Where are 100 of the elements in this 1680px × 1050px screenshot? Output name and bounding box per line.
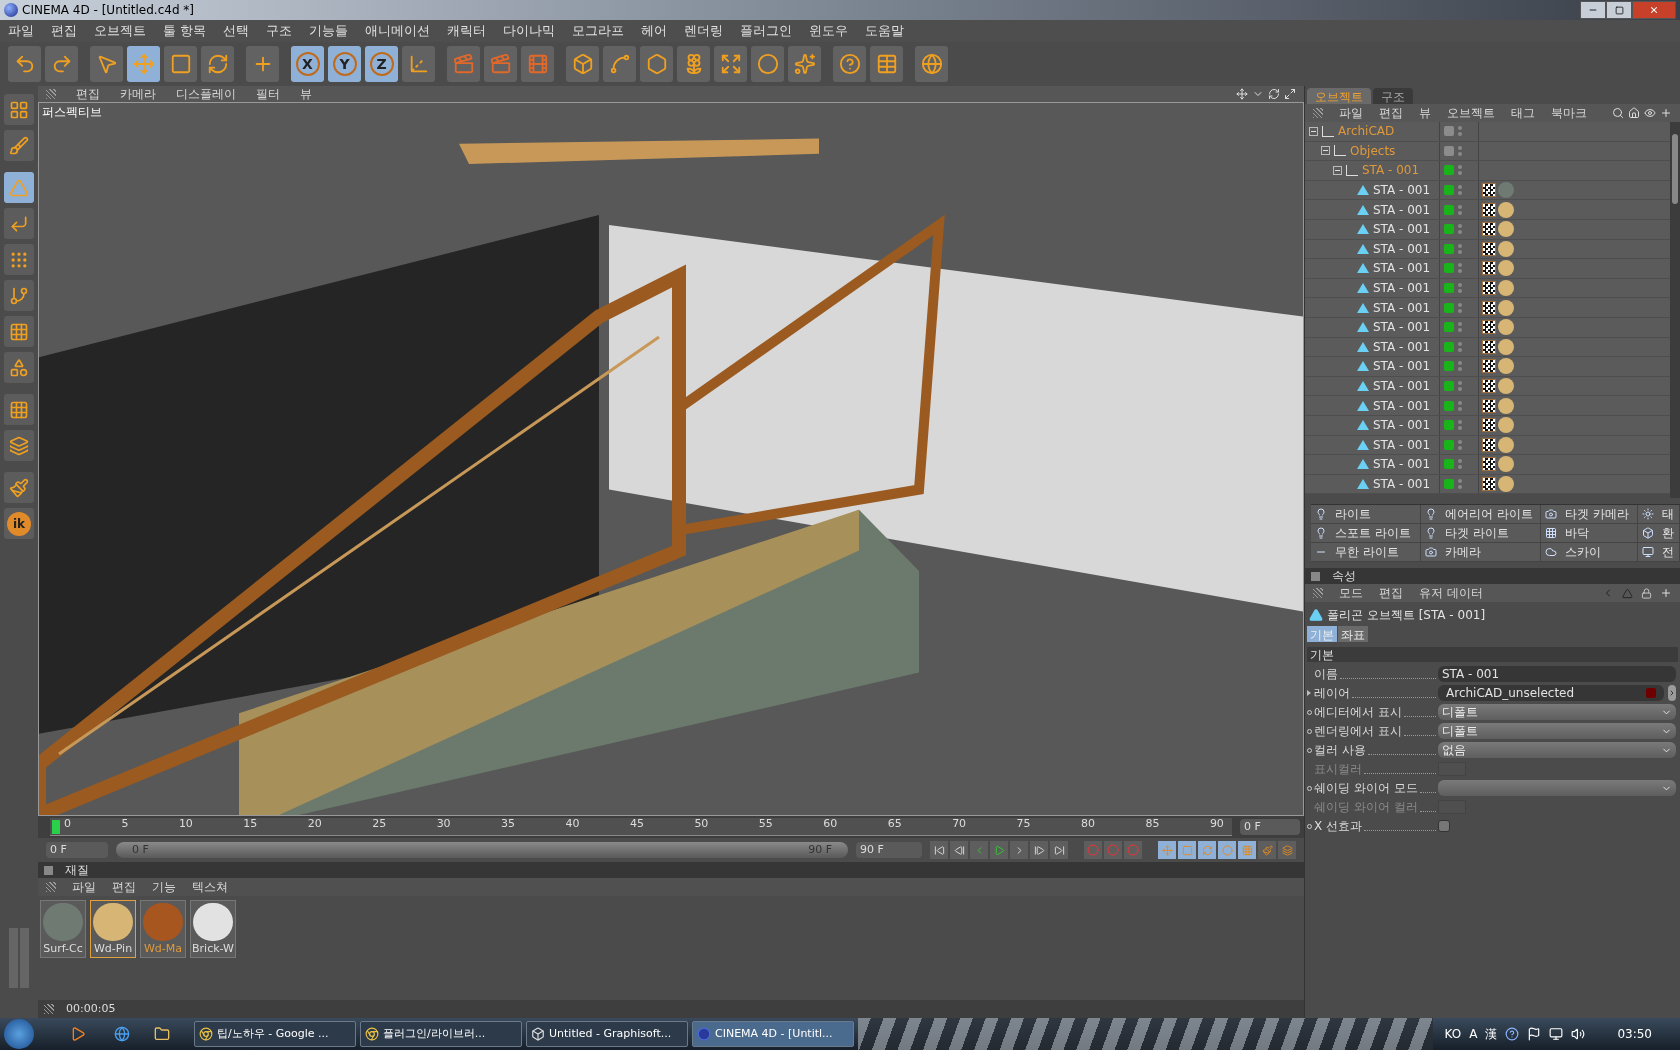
dropdown[interactable]: 디폴트 — [1438, 723, 1676, 739]
texture-tag-icon[interactable] — [1482, 202, 1496, 217]
tray-indicator[interactable]: 漢 — [1485, 1025, 1498, 1043]
visibility-dots-icon[interactable] — [1458, 420, 1462, 431]
scrollbar[interactable] — [1670, 122, 1680, 498]
menu-item[interactable]: 편집 — [1379, 584, 1403, 602]
dropdown[interactable]: 디폴트 — [1438, 704, 1676, 720]
menu-item[interactable]: 캐릭터 — [447, 21, 486, 41]
texture-tag-icon[interactable] — [1482, 477, 1496, 491]
taskbar-button[interactable]: 팁/노하우 - Google ... — [194, 1021, 356, 1047]
object-name[interactable]: STA - 001 — [1362, 161, 1420, 180]
visibility-dots-icon[interactable] — [1458, 126, 1462, 137]
palette-item[interactable]: 태 — [1638, 505, 1680, 524]
search-icon[interactable] — [1612, 107, 1624, 119]
rotate-view-icon[interactable] — [1268, 88, 1280, 100]
start-frame-field[interactable]: 0 F — [46, 842, 108, 858]
visibility-dots-icon[interactable] — [1458, 224, 1462, 235]
taskbar-button[interactable]: Untitled - Graphisoft... — [526, 1021, 688, 1047]
playback-button[interactable] — [950, 841, 968, 859]
attribute-tab[interactable]: 좌표 — [1338, 626, 1368, 642]
object-name[interactable]: STA - 001 — [1373, 298, 1431, 317]
toolbar-button[interactable] — [8, 46, 41, 82]
material-swatch[interactable]: Wd-Ma — [140, 900, 186, 958]
visibility-dots-icon[interactable] — [1458, 341, 1462, 352]
menu-item[interactable]: 필터 — [256, 85, 280, 103]
side-tool-button[interactable] — [4, 208, 34, 239]
toolbar-button[interactable] — [164, 46, 197, 82]
object-name[interactable]: STA - 001 — [1373, 396, 1431, 415]
playback-button[interactable] — [1050, 841, 1068, 859]
texture-tag-icon[interactable] — [1482, 339, 1496, 354]
menu-item[interactable]: 애니메이션 — [365, 21, 430, 41]
material-tag[interactable] — [1498, 358, 1514, 375]
lock-icon[interactable] — [1641, 587, 1652, 599]
toolbar-button[interactable] — [603, 46, 636, 82]
object-name[interactable]: STA - 001 — [1373, 200, 1431, 219]
collapse-toggle[interactable] — [1309, 126, 1318, 136]
toolbar-button[interactable] — [402, 46, 435, 82]
palette-item[interactable]: 타겟 라이트 — [1421, 524, 1541, 543]
object-name[interactable]: STA - 001 — [1373, 357, 1431, 376]
object-name[interactable]: STA - 001 — [1373, 239, 1431, 258]
visibility-dots-icon[interactable] — [1458, 479, 1462, 489]
object-name[interactable]: STA - 001 — [1373, 318, 1431, 337]
toolbar-button[interactable] — [45, 46, 78, 82]
flag-icon[interactable] — [1527, 1027, 1542, 1041]
visibility-dots-icon[interactable] — [1458, 283, 1462, 294]
toolbar-button[interactable] — [788, 46, 821, 82]
toolbar-button[interactable] — [521, 46, 554, 82]
side-tool-button[interactable]: ik — [4, 508, 34, 539]
maximize-button[interactable] — [1606, 1, 1632, 19]
menu-item[interactable]: 도움말 — [865, 21, 904, 41]
visibility-dots-icon[interactable] — [1458, 361, 1462, 372]
visibility-dots-icon[interactable] — [1458, 243, 1462, 254]
material-tag[interactable] — [1498, 221, 1514, 238]
visibility-dots-icon[interactable] — [1458, 400, 1462, 411]
material-tag[interactable] — [1498, 260, 1514, 277]
texture-tag-icon[interactable] — [1482, 320, 1496, 335]
name-field[interactable]: STA - 001 — [1438, 666, 1676, 682]
visibility-dots-icon[interactable] — [1458, 302, 1462, 313]
start-button[interactable] — [4, 1019, 34, 1049]
browser-icon[interactable] — [114, 1026, 130, 1042]
visibility-dots-icon[interactable] — [1458, 185, 1462, 196]
dropdown[interactable]: 없음 — [1438, 742, 1676, 758]
object-name[interactable]: STA - 001 — [1373, 259, 1431, 278]
palette-item[interactable]: 라이트 — [1311, 505, 1421, 524]
toolbar-button[interactable] — [484, 46, 517, 82]
visibility-dots-icon[interactable] — [1458, 439, 1462, 450]
object-name[interactable]: Objects — [1350, 141, 1396, 160]
object-name[interactable]: STA - 001 — [1373, 220, 1431, 239]
visibility-dots-icon[interactable] — [1458, 322, 1462, 333]
tray-indicator[interactable]: KO — [1444, 1025, 1462, 1043]
toolbar-button[interactable] — [246, 46, 279, 82]
menu-item[interactable]: 기능들 — [309, 21, 348, 41]
menu-item[interactable]: 뷰 — [1419, 104, 1431, 122]
visibility-dots-icon[interactable] — [1458, 165, 1462, 176]
menu-item[interactable]: 파일 — [1339, 104, 1363, 122]
side-tool-button[interactable] — [4, 280, 34, 311]
texture-tag-icon[interactable] — [1482, 300, 1496, 315]
folder-icon[interactable] — [154, 1026, 170, 1042]
menu-item[interactable]: 렌더링 — [684, 21, 723, 41]
visibility-dots-icon[interactable] — [1458, 263, 1462, 274]
help-icon[interactable] — [1505, 1027, 1520, 1041]
material-swatch[interactable]: Brick-W — [190, 900, 236, 958]
add-icon[interactable] — [1660, 107, 1672, 119]
panel-toggle-icon[interactable] — [1311, 571, 1320, 581]
axis-lock-button[interactable]: Y — [328, 46, 361, 82]
visibility-dots-icon[interactable] — [1458, 204, 1462, 215]
menu-item[interactable]: 오브젝트 — [1447, 104, 1495, 122]
menu-item[interactable]: 태그 — [1511, 104, 1535, 122]
playback-button[interactable] — [990, 841, 1008, 859]
tray-indicator[interactable]: A — [1469, 1025, 1478, 1043]
texture-tag-icon[interactable] — [1482, 222, 1496, 237]
material-tag[interactable] — [1498, 338, 1514, 355]
toolbar-button[interactable] — [833, 46, 866, 82]
material-tag[interactable] — [1498, 299, 1514, 316]
menu-item[interactable]: 다이나믹 — [503, 21, 555, 41]
texture-tag-icon[interactable] — [1482, 241, 1496, 256]
visibility-dots-icon[interactable] — [1458, 145, 1462, 156]
texture-tag-icon[interactable] — [1482, 437, 1496, 452]
texture-tag-icon[interactable] — [1482, 457, 1496, 472]
menu-item[interactable]: 편집 — [76, 85, 100, 103]
